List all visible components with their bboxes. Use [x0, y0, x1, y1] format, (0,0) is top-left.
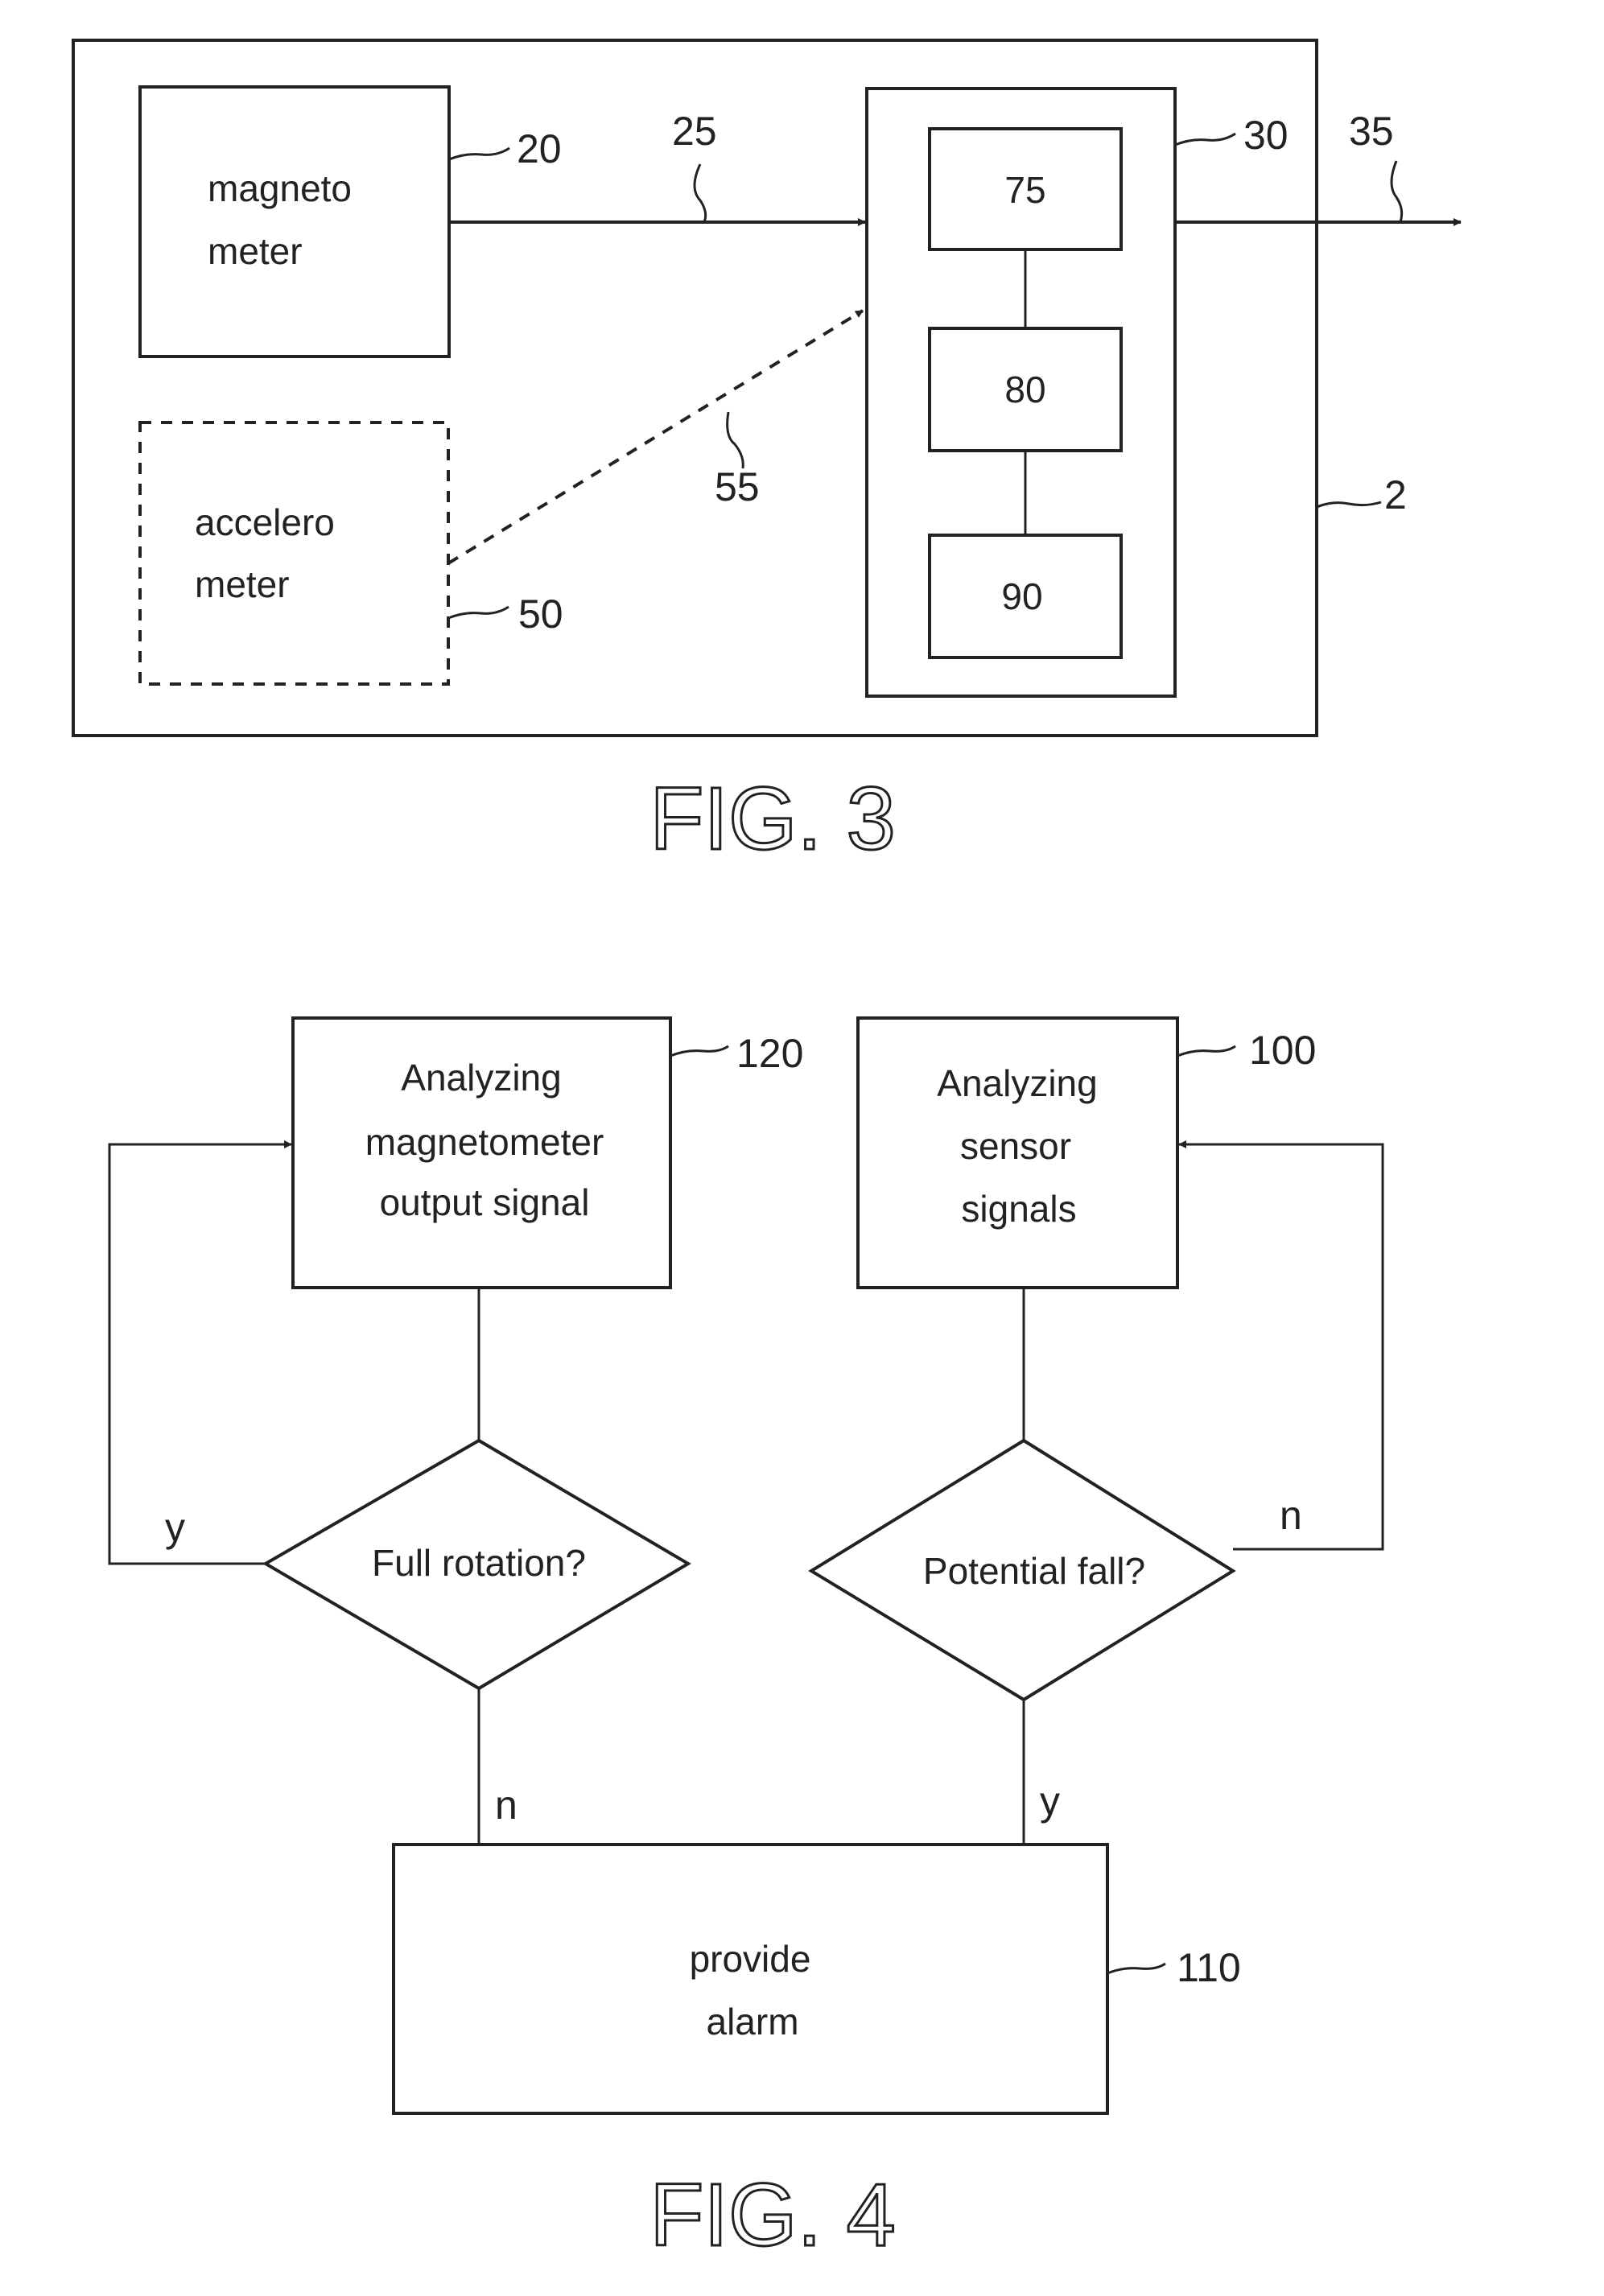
- analyze-magnetometer-ref: 120: [736, 1031, 803, 1076]
- rotation-yes-loop: [108, 1140, 292, 1565]
- device-ref: 2: [1384, 472, 1407, 517]
- magnetometer-label-line2: meter: [208, 230, 303, 272]
- magnetometer-label-line1: magneto: [208, 167, 352, 209]
- alarm-ref-leader: [1107, 1962, 1166, 1975]
- fig3-caption: FIG. 3: [649, 769, 896, 868]
- accelerometer-box: [138, 421, 450, 686]
- block-75-label: 75: [1004, 169, 1045, 211]
- analyze-sensor-line1: Analyzing: [937, 1062, 1097, 1104]
- alarm-line1: provide: [690, 1938, 811, 1980]
- analyze-sensor-ref-leader: [1177, 1045, 1236, 1057]
- fall-yes-label: y: [1040, 1779, 1060, 1824]
- accelerometer-signal-arrow: [447, 309, 864, 565]
- decision-potential-fall-text: Potential fall?: [923, 1550, 1145, 1592]
- alarm-line2: alarm: [706, 2001, 798, 2042]
- fall-no-label: n: [1280, 1493, 1302, 1538]
- device-ref-leader: [1316, 501, 1382, 509]
- accelerometer-ref-leader: [447, 605, 509, 620]
- alarm-ref: 110: [1177, 1945, 1241, 1990]
- magnetometer-box: [138, 85, 451, 358]
- block-90-label: 90: [1001, 575, 1042, 617]
- rotation-no-label: n: [495, 1783, 517, 1828]
- accelerometer-ref: 50: [518, 592, 563, 637]
- accelerometer-label-line1: accelero: [195, 501, 335, 543]
- analyze-sensor-line3: signals: [961, 1188, 1076, 1230]
- analyze-sensor-line2: sensor: [960, 1125, 1071, 1167]
- fig3: 2 magneto meter 20 accelero meter 50 25 …: [72, 39, 1462, 870]
- analyze-magnetometer-ref-leader: [670, 1045, 729, 1057]
- analyze-magnetometer-line3: output signal: [380, 1181, 590, 1223]
- rotation-yes-label: y: [165, 1505, 185, 1550]
- fig4-caption: FIG. 4: [649, 2166, 896, 2265]
- patent-figures: 2 magneto meter 20 accelero meter 50 25 …: [72, 39, 1462, 2266]
- signal-55-leader: [726, 411, 744, 469]
- magnetometer-ref: 20: [517, 126, 562, 171]
- accelerometer-label-line2: meter: [195, 563, 290, 605]
- block-80-label: 80: [1004, 369, 1045, 410]
- decision-full-rotation-text: Full rotation?: [372, 1542, 586, 1584]
- analyze-magnetometer-line2: magnetometer: [365, 1121, 604, 1163]
- signal-25-leader: [693, 163, 707, 223]
- signal-55-ref: 55: [715, 464, 760, 509]
- magnetometer-ref-leader: [448, 146, 510, 161]
- fig4: Analyzing magnetometer output signal 120…: [108, 1016, 1384, 2266]
- analyze-magnetometer-line1: Analyzing: [401, 1057, 561, 1099]
- signal-25-ref: 25: [672, 109, 717, 154]
- output-35-ref: 35: [1349, 109, 1394, 154]
- processor-ref: 30: [1243, 113, 1289, 158]
- fall-no-loop: [1178, 1140, 1384, 1551]
- processor-ref-leader: [1174, 132, 1236, 146]
- output-35-leader: [1390, 160, 1404, 223]
- analyze-sensor-ref: 100: [1249, 1028, 1316, 1073]
